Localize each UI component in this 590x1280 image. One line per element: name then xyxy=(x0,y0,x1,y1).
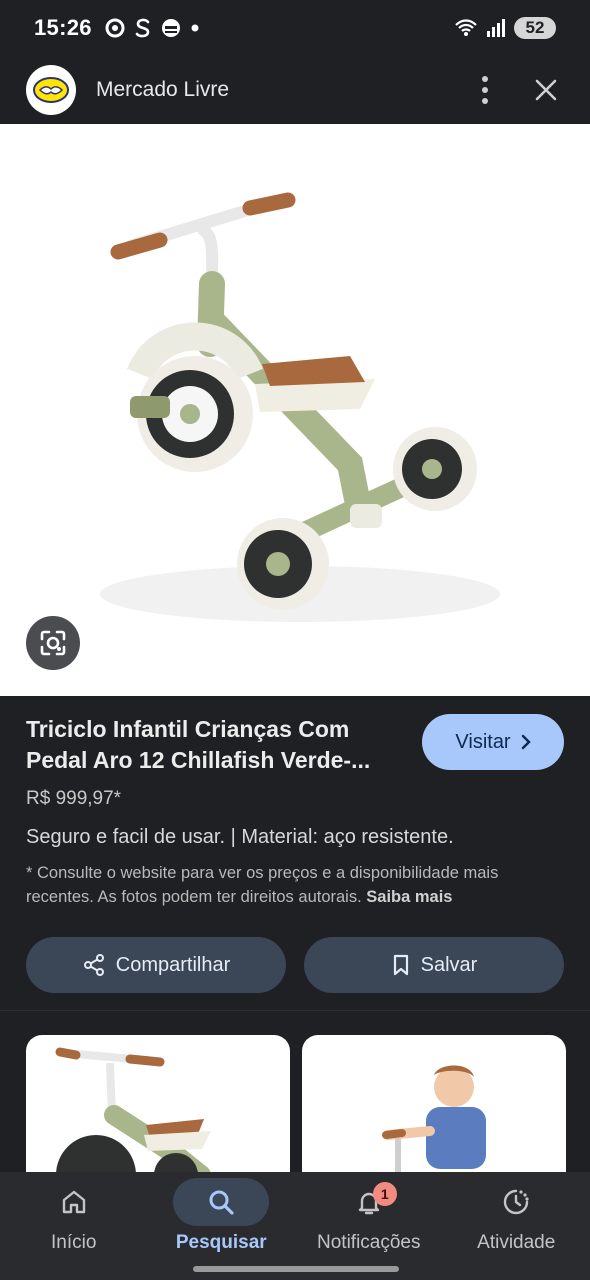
bottom-navigation: Início Pesquisar 1 Notificações Atividad… xyxy=(0,1172,590,1280)
share-label: Compartilhar xyxy=(115,953,231,976)
nav-notifications[interactable]: 1 Notificações xyxy=(295,1178,443,1280)
product-info: Triciclo Infantil Crianças Com Pedal Aro… xyxy=(0,696,590,1010)
related-child-image xyxy=(382,1065,486,1175)
product-title[interactable]: Triciclo Infantil Crianças Com Pedal Aro… xyxy=(26,714,406,776)
home-icon xyxy=(62,1190,85,1214)
nav-search-label: Pesquisar xyxy=(175,1232,267,1253)
site-name[interactable]: Mercado Livre xyxy=(96,78,229,102)
nav-activity-label: Atividade xyxy=(477,1232,556,1253)
home-indicator[interactable] xyxy=(193,1266,399,1272)
google-lens-button[interactable] xyxy=(26,616,80,670)
lens-icon xyxy=(40,630,66,656)
share-button[interactable]: Compartilhar xyxy=(26,937,286,993)
disclaimer: * Consulte o website para ver os preços … xyxy=(26,861,564,909)
e-app-icon xyxy=(161,19,180,37)
divider xyxy=(0,1010,590,1011)
chevron-right-icon xyxy=(521,734,531,750)
battery-indicator: 52 xyxy=(514,17,556,39)
status-time: 15:26 xyxy=(34,15,92,40)
app-header: Mercado Livre xyxy=(0,56,590,124)
search-icon xyxy=(209,1190,234,1215)
tricycle-illustration xyxy=(100,192,500,622)
visit-button[interactable]: Visitar xyxy=(422,714,564,770)
nav-activity[interactable]: Atividade xyxy=(443,1178,590,1280)
close-icon[interactable] xyxy=(534,78,558,102)
visit-label: Visitar xyxy=(455,730,511,753)
media-icon xyxy=(105,18,125,38)
more-vert-icon[interactable] xyxy=(480,75,490,105)
status-bar: 15:26 52 xyxy=(0,0,590,56)
share-icon xyxy=(83,954,104,976)
related-results xyxy=(26,1035,566,1175)
wifi-icon xyxy=(455,19,477,36)
nav-home-label: Início xyxy=(51,1232,97,1253)
notification-badge: 1 xyxy=(372,1182,397,1206)
related-card[interactable] xyxy=(26,1035,290,1175)
handshake-logo-icon xyxy=(33,77,69,103)
save-label: Salvar xyxy=(420,953,478,976)
activity-icon xyxy=(504,1189,529,1215)
related-card[interactable] xyxy=(302,1035,566,1175)
nav-search[interactable]: Pesquisar xyxy=(148,1178,296,1280)
nav-home[interactable]: Início xyxy=(0,1178,148,1280)
related-tricycle-image xyxy=(55,1047,211,1175)
product-description: Seguro e facil de usar. | Material: aço … xyxy=(26,826,454,848)
site-logo[interactable] xyxy=(26,65,76,115)
nav-notifications-label: Notificações xyxy=(317,1232,421,1253)
learn-more-link[interactable]: Saiba mais xyxy=(366,888,452,906)
product-image[interactable] xyxy=(0,124,590,696)
product-price: R$ 999,97* xyxy=(26,788,122,809)
s-app-icon xyxy=(135,18,150,38)
bookmark-icon xyxy=(393,954,408,976)
dot-icon xyxy=(191,24,199,32)
signal-icon xyxy=(487,19,505,37)
save-button[interactable]: Salvar xyxy=(304,937,564,993)
